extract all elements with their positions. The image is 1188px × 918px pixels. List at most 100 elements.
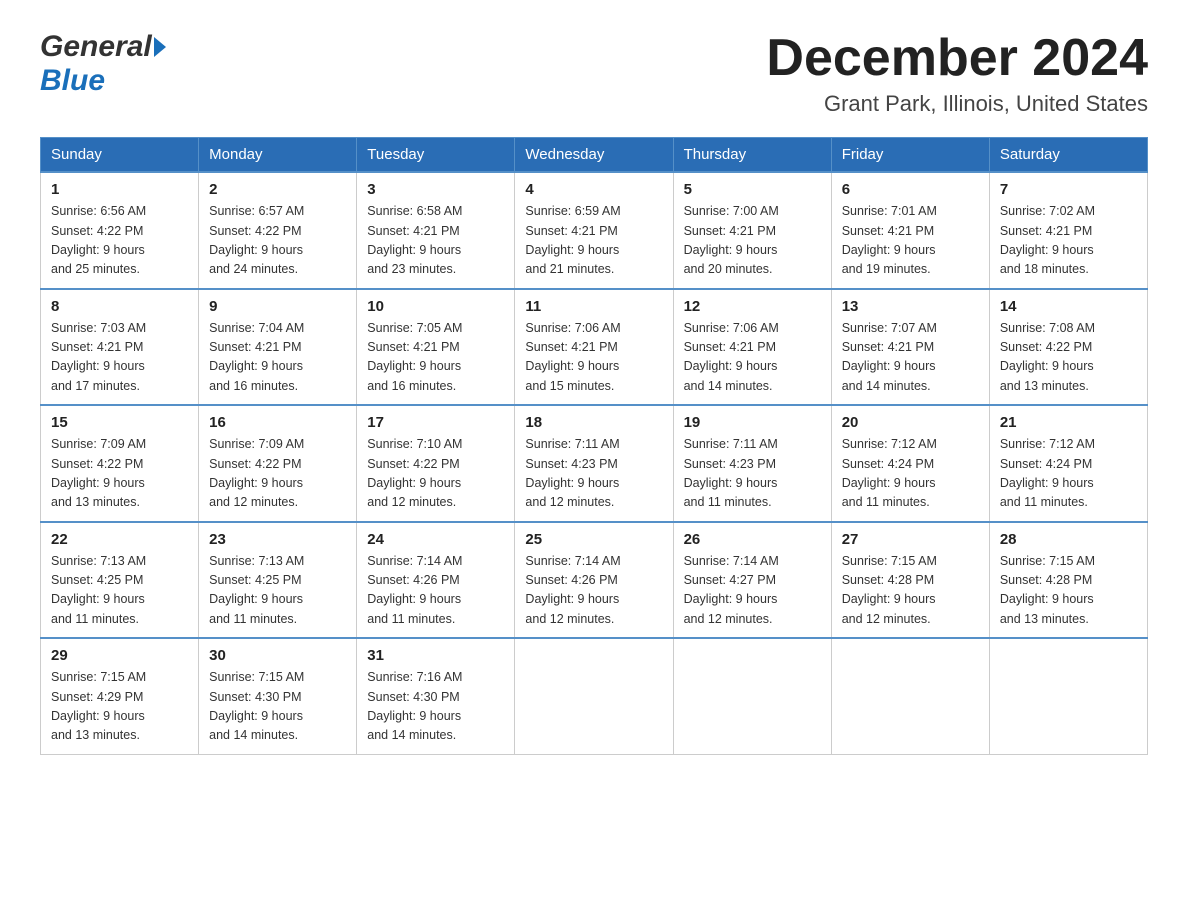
- calendar-cell: 7 Sunrise: 7:02 AMSunset: 4:21 PMDaylight…: [989, 172, 1147, 289]
- day-info: Sunrise: 7:14 AMSunset: 4:27 PMDaylight:…: [684, 552, 821, 630]
- day-info: Sunrise: 6:59 AMSunset: 4:21 PMDaylight:…: [525, 202, 662, 280]
- calendar-cell: 29 Sunrise: 7:15 AMSunset: 4:29 PMDayligh…: [41, 638, 199, 754]
- day-info: Sunrise: 7:12 AMSunset: 4:24 PMDaylight:…: [842, 435, 979, 513]
- day-number: 26: [684, 531, 821, 548]
- day-info: Sunrise: 7:14 AMSunset: 4:26 PMDaylight:…: [525, 552, 662, 630]
- day-info: Sunrise: 7:09 AMSunset: 4:22 PMDaylight:…: [209, 435, 346, 513]
- day-info: Sunrise: 7:11 AMSunset: 4:23 PMDaylight:…: [684, 435, 821, 513]
- day-number: 3: [367, 181, 504, 198]
- day-number: 22: [51, 531, 188, 548]
- calendar-cell: 15 Sunrise: 7:09 AMSunset: 4:22 PMDayligh…: [41, 405, 199, 522]
- day-number: 4: [525, 181, 662, 198]
- logo: General Blue: [40, 30, 166, 98]
- calendar-cell: 27Sunrise: 7:15 AMSunset: 4:28 PMDayligh…: [831, 522, 989, 639]
- day-info: Sunrise: 7:06 AMSunset: 4:21 PMDaylight:…: [525, 319, 662, 397]
- calendar-cell: 11Sunrise: 7:06 AMSunset: 4:21 PMDayligh…: [515, 289, 673, 406]
- calendar-cell: [989, 638, 1147, 754]
- day-info: Sunrise: 7:15 AMSunset: 4:28 PMDaylight:…: [1000, 552, 1137, 630]
- calendar-cell: 26 Sunrise: 7:14 AMSunset: 4:27 PMDayligh…: [673, 522, 831, 639]
- calendar-cell: 17 Sunrise: 7:10 AMSunset: 4:22 PMDayligh…: [357, 405, 515, 522]
- day-info: Sunrise: 7:16 AMSunset: 4:30 PMDaylight:…: [367, 668, 504, 746]
- day-number: 9: [209, 298, 346, 315]
- calendar-header-friday: Friday: [831, 138, 989, 173]
- calendar-cell: [831, 638, 989, 754]
- day-number: 5: [684, 181, 821, 198]
- calendar-week-row: 1Sunrise: 6:56 AMSunset: 4:22 PMDaylight…: [41, 172, 1148, 289]
- day-info: Sunrise: 7:07 AMSunset: 4:21 PMDaylight:…: [842, 319, 979, 397]
- day-number: 16: [209, 414, 346, 431]
- calendar-cell: 22 Sunrise: 7:13 AMSunset: 4:25 PMDayligh…: [41, 522, 199, 639]
- day-number: 27: [842, 531, 979, 548]
- page-header: General Blue December 2024 Grant Park, I…: [40, 30, 1148, 117]
- day-number: 17: [367, 414, 504, 431]
- day-info: Sunrise: 7:12 AMSunset: 4:24 PMDaylight:…: [1000, 435, 1137, 513]
- day-info: Sunrise: 7:06 AMSunset: 4:21 PMDaylight:…: [684, 319, 821, 397]
- day-info: Sunrise: 7:13 AMSunset: 4:25 PMDaylight:…: [51, 552, 188, 630]
- day-number: 20: [842, 414, 979, 431]
- day-info: Sunrise: 7:11 AMSunset: 4:23 PMDaylight:…: [525, 435, 662, 513]
- day-info: Sunrise: 7:15 AMSunset: 4:29 PMDaylight:…: [51, 668, 188, 746]
- day-number: 25: [525, 531, 662, 548]
- calendar-header-wednesday: Wednesday: [515, 138, 673, 173]
- day-number: 2: [209, 181, 346, 198]
- day-number: 1: [51, 181, 188, 198]
- logo-general-text: General: [40, 30, 152, 64]
- calendar-cell: 13 Sunrise: 7:07 AMSunset: 4:21 PMDayligh…: [831, 289, 989, 406]
- calendar-cell: 9 Sunrise: 7:04 AMSunset: 4:21 PMDaylight…: [199, 289, 357, 406]
- day-info: Sunrise: 7:04 AMSunset: 4:21 PMDaylight:…: [209, 319, 346, 397]
- calendar-cell: 25 Sunrise: 7:14 AMSunset: 4:26 PMDayligh…: [515, 522, 673, 639]
- calendar-cell: 14Sunrise: 7:08 AMSunset: 4:22 PMDayligh…: [989, 289, 1147, 406]
- calendar-cell: 6Sunrise: 7:01 AMSunset: 4:21 PMDaylight…: [831, 172, 989, 289]
- day-number: 21: [1000, 414, 1137, 431]
- day-number: 15: [51, 414, 188, 431]
- day-number: 6: [842, 181, 979, 198]
- calendar-week-row: 22 Sunrise: 7:13 AMSunset: 4:25 PMDayligh…: [41, 522, 1148, 639]
- day-number: 28: [1000, 531, 1137, 548]
- calendar-cell: [515, 638, 673, 754]
- day-info: Sunrise: 7:03 AMSunset: 4:21 PMDaylight:…: [51, 319, 188, 397]
- calendar-header-thursday: Thursday: [673, 138, 831, 173]
- day-number: 13: [842, 298, 979, 315]
- day-number: 19: [684, 414, 821, 431]
- calendar-header-monday: Monday: [199, 138, 357, 173]
- calendar-cell: 31 Sunrise: 7:16 AMSunset: 4:30 PMDayligh…: [357, 638, 515, 754]
- calendar-header-sunday: Sunday: [41, 138, 199, 173]
- calendar-cell: 28 Sunrise: 7:15 AMSunset: 4:28 PMDayligh…: [989, 522, 1147, 639]
- day-number: 8: [51, 298, 188, 315]
- calendar-week-row: 29 Sunrise: 7:15 AMSunset: 4:29 PMDayligh…: [41, 638, 1148, 754]
- logo-arrow-icon: [154, 37, 166, 57]
- title-section: December 2024 Grant Park, Illinois, Unit…: [766, 30, 1148, 117]
- calendar-week-row: 8 Sunrise: 7:03 AMSunset: 4:21 PMDaylight…: [41, 289, 1148, 406]
- day-info: Sunrise: 7:02 AMSunset: 4:21 PMDaylight:…: [1000, 202, 1137, 280]
- calendar-cell: 12 Sunrise: 7:06 AMSunset: 4:21 PMDayligh…: [673, 289, 831, 406]
- calendar-week-row: 15 Sunrise: 7:09 AMSunset: 4:22 PMDayligh…: [41, 405, 1148, 522]
- calendar-cell: 2 Sunrise: 6:57 AMSunset: 4:22 PMDaylight…: [199, 172, 357, 289]
- day-number: 12: [684, 298, 821, 315]
- calendar-cell: 24Sunrise: 7:14 AMSunset: 4:26 PMDayligh…: [357, 522, 515, 639]
- calendar-cell: 16 Sunrise: 7:09 AMSunset: 4:22 PMDayligh…: [199, 405, 357, 522]
- day-number: 10: [367, 298, 504, 315]
- day-info: Sunrise: 7:13 AMSunset: 4:25 PMDaylight:…: [209, 552, 346, 630]
- day-number: 29: [51, 647, 188, 664]
- calendar-cell: 5 Sunrise: 7:00 AMSunset: 4:21 PMDaylight…: [673, 172, 831, 289]
- calendar-header-saturday: Saturday: [989, 138, 1147, 173]
- day-info: Sunrise: 7:00 AMSunset: 4:21 PMDaylight:…: [684, 202, 821, 280]
- day-number: 31: [367, 647, 504, 664]
- day-number: 7: [1000, 181, 1137, 198]
- day-info: Sunrise: 7:15 AMSunset: 4:30 PMDaylight:…: [209, 668, 346, 746]
- calendar-cell: 18 Sunrise: 7:11 AMSunset: 4:23 PMDayligh…: [515, 405, 673, 522]
- day-number: 18: [525, 414, 662, 431]
- calendar-cell: 3Sunrise: 6:58 AMSunset: 4:21 PMDaylight…: [357, 172, 515, 289]
- day-info: Sunrise: 7:14 AMSunset: 4:26 PMDaylight:…: [367, 552, 504, 630]
- calendar-cell: 19 Sunrise: 7:11 AMSunset: 4:23 PMDayligh…: [673, 405, 831, 522]
- day-info: Sunrise: 7:08 AMSunset: 4:22 PMDaylight:…: [1000, 319, 1137, 397]
- calendar-header-row: SundayMondayTuesdayWednesdayThursdayFrid…: [41, 138, 1148, 173]
- day-info: Sunrise: 6:57 AMSunset: 4:22 PMDaylight:…: [209, 202, 346, 280]
- calendar-cell: 30Sunrise: 7:15 AMSunset: 4:30 PMDayligh…: [199, 638, 357, 754]
- calendar-header-tuesday: Tuesday: [357, 138, 515, 173]
- day-number: 23: [209, 531, 346, 548]
- day-info: Sunrise: 7:09 AMSunset: 4:22 PMDaylight:…: [51, 435, 188, 513]
- calendar-cell: 1Sunrise: 6:56 AMSunset: 4:22 PMDaylight…: [41, 172, 199, 289]
- calendar-cell: 10Sunrise: 7:05 AMSunset: 4:21 PMDayligh…: [357, 289, 515, 406]
- day-info: Sunrise: 7:10 AMSunset: 4:22 PMDaylight:…: [367, 435, 504, 513]
